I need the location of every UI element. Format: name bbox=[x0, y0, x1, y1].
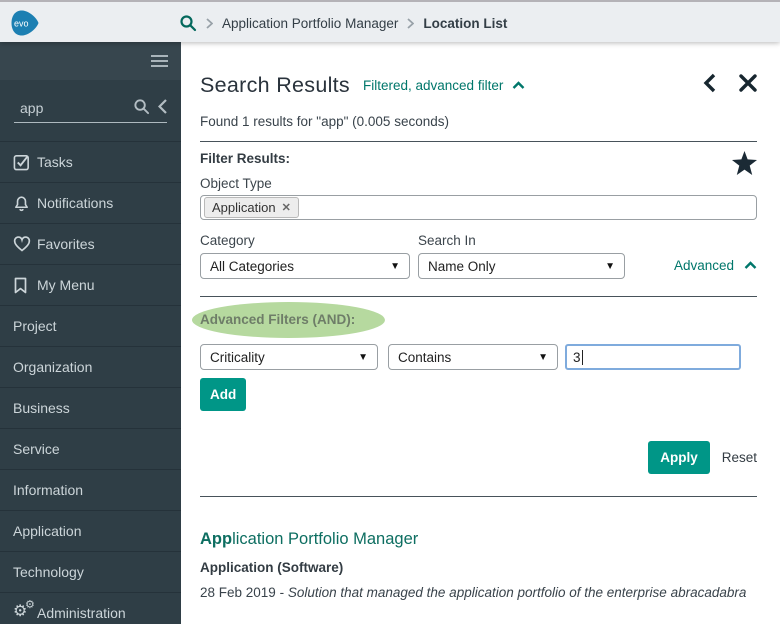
result-description: 28 Feb 2019 - Solution that managed the … bbox=[200, 585, 757, 600]
result-description-text: Solution that managed the application po… bbox=[287, 585, 747, 600]
chevron-up-icon bbox=[512, 81, 525, 89]
main-content: Search Results Filtered, advanced filter… bbox=[181, 42, 780, 624]
sidebar-item-label: Notifications bbox=[37, 195, 114, 211]
gears-icon: ⚙ ⚙ bbox=[13, 599, 35, 620]
sidebar-item-business[interactable]: Business bbox=[0, 387, 181, 428]
sidebar-search-input[interactable]: app bbox=[20, 100, 43, 116]
category-label: Category bbox=[200, 233, 255, 248]
category-value: All Categories bbox=[210, 258, 295, 274]
bookmark-icon bbox=[13, 277, 37, 294]
object-type-chip: Application ✕ bbox=[204, 197, 299, 218]
sidebar-item-tasks[interactable]: Tasks bbox=[0, 141, 181, 182]
sidebar: app Tasks Notifications Favorites My Men… bbox=[0, 42, 181, 624]
sidebar-item-label: Information bbox=[13, 482, 84, 498]
sidebar-item-label: Favorites bbox=[37, 236, 95, 252]
breadcrumb-item-location-list[interactable]: Location List bbox=[423, 16, 507, 31]
dropdown-arrow-icon: ▼ bbox=[390, 260, 400, 272]
category-select[interactable]: All Categories ▼ bbox=[200, 253, 410, 279]
criteria-field-value: Criticality bbox=[210, 349, 265, 365]
sidebar-item-label: Tasks bbox=[37, 154, 73, 170]
evo-logo[interactable]: evo bbox=[8, 8, 40, 38]
results-summary: Found 1 results for "app" (0.005 seconds… bbox=[200, 114, 449, 129]
add-button[interactable]: Add bbox=[200, 378, 247, 411]
sidebar-item-favorites[interactable]: Favorites bbox=[0, 223, 181, 264]
result-type: Application (Software) bbox=[200, 560, 344, 575]
dropdown-arrow-icon: ▼ bbox=[605, 260, 615, 272]
sidebar-item-label: Organization bbox=[13, 359, 93, 375]
topbar: evo Application Portfolio Manager Locati… bbox=[0, 0, 780, 42]
page-title: Search Results bbox=[200, 73, 350, 97]
filter-status-toggle[interactable]: Filtered, advanced filter bbox=[363, 78, 525, 93]
sidebar-item-label: Administration bbox=[37, 605, 126, 621]
result-title-rest: lication Portfolio Manager bbox=[232, 530, 419, 548]
divider bbox=[200, 496, 757, 497]
advanced-filters-heading: Advanced Filters (AND): bbox=[200, 312, 356, 327]
chevron-right-icon bbox=[206, 17, 213, 29]
heart-icon bbox=[13, 236, 37, 252]
sidebar-item-project[interactable]: Project bbox=[0, 305, 181, 346]
sidebar-item-administration[interactable]: ⚙ ⚙ Administration bbox=[0, 592, 181, 624]
sidebar-item-organization[interactable]: Organization bbox=[0, 346, 181, 387]
advanced-label: Advanced bbox=[673, 258, 734, 273]
chip-label: Application bbox=[212, 200, 276, 215]
reset-link[interactable]: Reset bbox=[722, 450, 757, 465]
menu-icon[interactable] bbox=[151, 55, 168, 67]
search-underline bbox=[14, 122, 167, 123]
chip-remove-icon[interactable]: ✕ bbox=[282, 201, 291, 214]
back-icon[interactable] bbox=[702, 73, 716, 93]
result-date: 28 Feb 2019 - bbox=[200, 585, 288, 600]
sidebar-item-service[interactable]: Service bbox=[0, 428, 181, 469]
sidebar-search[interactable]: app bbox=[0, 80, 181, 141]
star-icon[interactable] bbox=[732, 151, 757, 175]
dropdown-arrow-icon: ▼ bbox=[358, 351, 368, 363]
sidebar-item-information[interactable]: Information bbox=[0, 469, 181, 510]
chevron-up-icon bbox=[744, 261, 757, 269]
chevron-right-icon bbox=[407, 17, 415, 29]
sidebar-item-notifications[interactable]: Notifications bbox=[0, 182, 181, 223]
sidebar-header bbox=[0, 42, 181, 80]
advanced-toggle[interactable]: Advanced bbox=[674, 258, 757, 273]
criteria-operator-select[interactable]: Contains ▼ bbox=[388, 344, 558, 370]
search-icon[interactable] bbox=[179, 14, 197, 32]
result-title[interactable]: Application Portfolio Manager bbox=[200, 530, 757, 549]
sidebar-item-label: Application bbox=[13, 523, 82, 539]
sidebar-item-technology[interactable]: Technology bbox=[0, 551, 181, 592]
search-in-select[interactable]: Name Only ▼ bbox=[418, 253, 625, 279]
close-icon[interactable] bbox=[739, 73, 757, 92]
breadcrumb-item-apm[interactable]: Application Portfolio Manager bbox=[222, 16, 398, 31]
svg-text:evo: evo bbox=[14, 19, 29, 29]
divider bbox=[200, 296, 757, 297]
search-icon[interactable] bbox=[133, 98, 150, 115]
object-type-label: Object Type bbox=[200, 176, 272, 191]
criteria-operator-value: Contains bbox=[398, 349, 452, 365]
sidebar-item-my-menu[interactable]: My Menu bbox=[0, 264, 181, 305]
sidebar-nav: Tasks Notifications Favorites My Menu Pr… bbox=[0, 141, 181, 624]
criteria-value-input[interactable]: 3 bbox=[565, 344, 741, 370]
sidebar-item-label: Technology bbox=[13, 564, 84, 580]
apply-button[interactable]: Apply bbox=[648, 441, 710, 474]
logo-shape: evo bbox=[11, 10, 39, 36]
object-type-input[interactable]: Application ✕ bbox=[200, 195, 757, 220]
dropdown-arrow-icon: ▼ bbox=[538, 351, 548, 363]
breadcrumb: Application Portfolio Manager Location L… bbox=[179, 2, 507, 44]
sidebar-item-label: Project bbox=[13, 318, 57, 334]
sidebar-item-label: My Menu bbox=[37, 277, 95, 293]
result-title-highlight: App bbox=[200, 530, 233, 548]
sidebar-item-application[interactable]: Application bbox=[0, 510, 181, 551]
chevron-left-icon[interactable] bbox=[158, 99, 167, 114]
text-cursor bbox=[581, 349, 583, 365]
bell-icon bbox=[13, 194, 37, 212]
sidebar-item-label: Service bbox=[13, 441, 60, 457]
search-in-value: Name Only bbox=[428, 258, 496, 274]
criteria-field-select[interactable]: Criticality ▼ bbox=[200, 344, 378, 370]
filter-status-label: Filtered, advanced filter bbox=[363, 78, 504, 93]
tasks-icon bbox=[13, 153, 37, 171]
search-in-label: Search In bbox=[418, 233, 476, 248]
sidebar-item-label: Business bbox=[13, 400, 70, 416]
filter-results-heading: Filter Results: bbox=[200, 150, 291, 166]
criteria-value-text: 3 bbox=[573, 349, 581, 365]
